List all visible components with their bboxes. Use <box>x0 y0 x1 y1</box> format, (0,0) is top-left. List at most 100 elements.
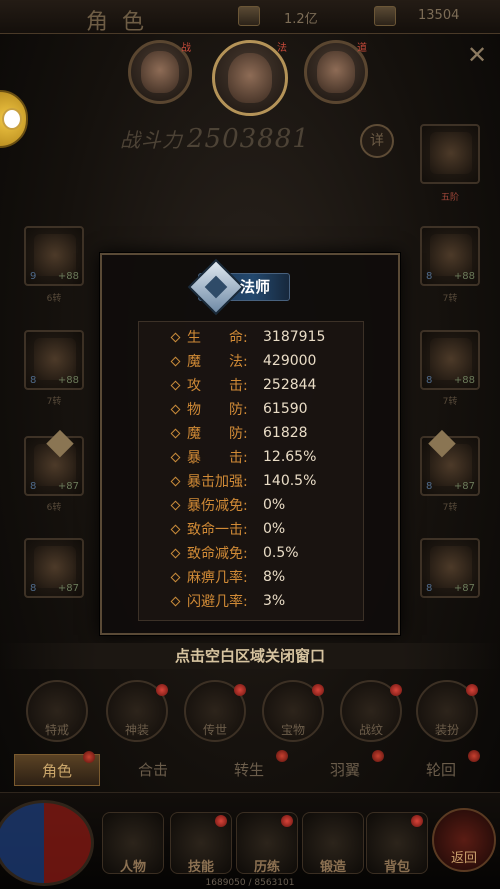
stat-row: 魔 法: 429000 <box>170 349 316 373</box>
close-icon[interactable]: ✕ <box>462 40 492 70</box>
class-tag: 法 <box>277 43 287 54</box>
function-label: 特戒 <box>44 723 69 737</box>
nav-label: 技能 <box>187 860 214 875</box>
tab-character[interactable]: 角色 <box>14 751 100 786</box>
function-label: 战纹 <box>358 723 383 737</box>
tab-label: 转生 <box>233 761 264 779</box>
slot-caption: 7转 <box>46 397 62 407</box>
combat-power: 战斗力 2503881 <box>120 124 310 154</box>
detail-button[interactable]: 详 <box>360 124 394 158</box>
notification-dot-icon <box>390 684 402 696</box>
next-arrow-icon[interactable]: ◆ <box>420 420 464 464</box>
nav-label: 历练 <box>253 860 280 875</box>
notification-dot-icon <box>372 750 384 762</box>
nav-training[interactable]: 历练 <box>236 812 298 875</box>
stat-key: 暴伤减免: <box>187 498 248 514</box>
character-portrait-taoist[interactable]: 道 <box>304 40 368 104</box>
function-heirloom[interactable]: 传世 <box>184 680 246 742</box>
tab-combo[interactable]: 合击 <box>110 754 196 786</box>
bullet-icon <box>170 500 181 510</box>
equip-slot-ring-right[interactable]: 8 +87 <box>420 538 480 598</box>
bullet-icon <box>170 332 181 342</box>
ring-icon <box>430 546 472 588</box>
function-battle-rune[interactable]: 战纹 <box>340 680 402 742</box>
function-label: 装扮 <box>434 723 459 737</box>
notification-dot-icon <box>276 750 288 762</box>
nav-character[interactable]: 人物 <box>102 812 164 875</box>
prev-arrow-icon[interactable]: ◆ <box>38 420 82 464</box>
stat-key: 致命一击: <box>187 522 248 538</box>
stat-row: 麻痹几率: 8% <box>170 565 286 589</box>
character-portrait-warrior[interactable]: 战 <box>128 40 192 104</box>
taoist-face <box>317 51 355 93</box>
floating-assistant-button[interactable] <box>0 90 28 148</box>
tab-wings[interactable]: 羽翼 <box>302 750 388 786</box>
bullet-icon <box>170 404 181 414</box>
equip-slot-weapon[interactable]: 9 +88 <box>24 226 84 286</box>
notification-dot-icon <box>281 815 293 827</box>
equip-slot-helmet[interactable]: 8 +88 <box>420 226 480 286</box>
tab-samsara[interactable]: 轮回 <box>398 750 484 786</box>
nav-bag[interactable]: 背包 <box>366 812 428 875</box>
necklace-icon <box>34 338 76 380</box>
function-treasure[interactable]: 宝物 <box>262 680 324 742</box>
mage-face <box>227 52 273 104</box>
tab-label: 合击 <box>137 761 168 779</box>
armor-icon <box>430 338 472 380</box>
stat-key: 暴击加强: <box>187 474 248 490</box>
notification-dot-icon <box>466 684 478 696</box>
notification-dot-icon <box>312 684 324 696</box>
stat-row: 物 防: 61590 <box>170 397 308 421</box>
slot-caption: 五阶 <box>440 193 459 203</box>
function-special-ring[interactable]: 特戒 <box>26 680 88 742</box>
slot-caption: 6转 <box>46 503 62 513</box>
stat-key: 暴 击: <box>187 450 248 466</box>
function-divine-gear[interactable]: 神装 <box>106 680 168 742</box>
class-tag: 战 <box>181 43 191 54</box>
stats-popup: 法师 生 命: 3187915 魔 法: 429000 攻 击: 252844 物 防… <box>100 253 400 635</box>
stat-value: 8% <box>263 569 286 585</box>
assistant-icon <box>2 108 22 130</box>
stat-row: 生 命: 3187915 <box>170 325 325 349</box>
top-bar: 角色 1.2亿 13504 <box>0 0 500 35</box>
bullet-icon <box>170 524 181 534</box>
bullet-icon <box>170 428 181 438</box>
stat-row: 闪避几率: 3% <box>170 589 285 613</box>
equip-slot-armor[interactable]: 8 +88 <box>420 330 480 390</box>
stat-key: 魔 防: <box>187 426 248 442</box>
notification-dot-icon <box>215 815 227 827</box>
function-outfit[interactable]: 装扮 <box>416 680 478 742</box>
slot-level: 8 <box>426 481 433 492</box>
tab-reincarnation[interactable]: 转生 <box>206 750 292 786</box>
stat-row: 暴 击: 12.65% <box>170 445 316 469</box>
function-label: 宝物 <box>280 723 305 737</box>
gold-icon <box>238 6 260 26</box>
gold-amount: 1.2亿 <box>284 12 318 27</box>
sword-icon <box>34 234 76 276</box>
character-portrait-mage[interactable]: 法 <box>212 40 288 116</box>
bullet-icon <box>170 356 181 366</box>
slot-enhance: +88 <box>453 271 475 282</box>
slot-enhance: +88 <box>453 375 475 386</box>
bullet-icon <box>170 380 181 390</box>
back-button[interactable]: 返回 <box>432 808 496 872</box>
stat-row: 魔 防: 61828 <box>170 421 308 445</box>
slot-caption: 7转 <box>442 503 458 513</box>
slot-enhance: +88 <box>57 375 79 386</box>
equip-slot-necklace[interactable]: 8 +88 <box>24 330 84 390</box>
stat-key: 攻 击: <box>187 378 248 394</box>
equip-slot-medal[interactable] <box>420 124 480 184</box>
slot-caption: 6转 <box>46 294 62 304</box>
combat-power-label: 战斗力 <box>120 128 183 152</box>
nav-forge[interactable]: 锻造 <box>302 812 364 875</box>
tab-label: 角色 <box>41 762 72 780</box>
nav-skills[interactable]: 技能 <box>170 812 232 875</box>
stat-value: 252844 <box>263 377 317 393</box>
stat-key: 致命减免: <box>187 546 248 562</box>
close-hint-text[interactable]: 点击空白区域关闭窗口 <box>0 643 500 669</box>
mage-class-icon <box>187 258 245 316</box>
tab-bar: 角色 合击 转生 羽翼 轮回 <box>14 750 486 786</box>
equip-slot-ring-left[interactable]: 8 +87 <box>24 538 84 598</box>
combat-power-value: 2503881 <box>187 124 310 154</box>
stat-row: 致命一击: 0% <box>170 517 285 541</box>
